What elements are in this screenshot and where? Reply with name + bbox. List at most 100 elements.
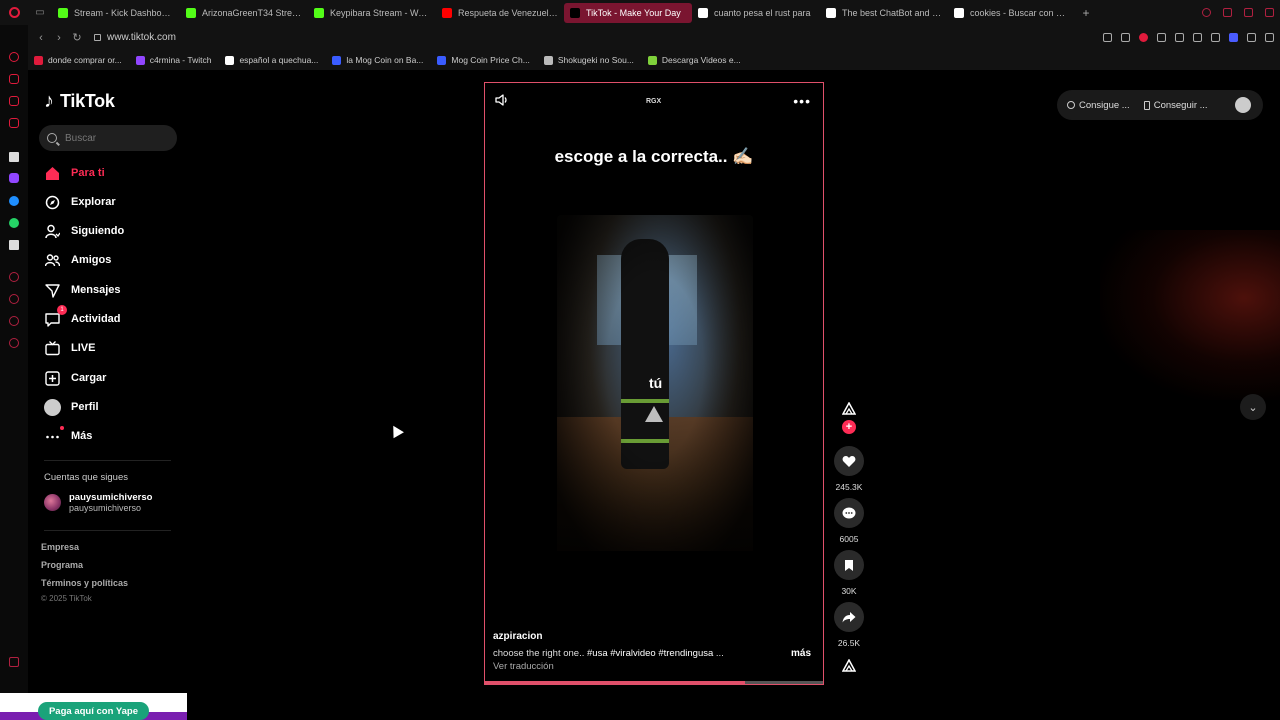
easy-setup-icon[interactable] [1265, 33, 1274, 42]
search-box[interactable] [39, 125, 177, 151]
whatsapp-icon[interactable] [9, 218, 19, 228]
settings-icon[interactable] [9, 338, 19, 348]
nav-mensajes[interactable]: Mensajes [44, 279, 121, 301]
yape-pay-button[interactable]: Paga aquí con Yape [38, 702, 149, 720]
nav-amigos[interactable]: Amigos [44, 249, 111, 271]
browser-tab[interactable]: cookies - Buscar con Goo [948, 3, 1076, 23]
browser-tab[interactable]: Keypibara Stream - Wato [308, 3, 436, 23]
opera-logo[interactable] [0, 0, 28, 25]
bookmark-item[interactable]: la Mog Coin on Ba... [332, 55, 423, 65]
creator-avatar[interactable] [841, 401, 857, 416]
get-coins-button[interactable]: Consigue ... [1067, 100, 1130, 111]
get-app-button[interactable]: Conseguir ... [1143, 100, 1208, 111]
maximize-icon[interactable] [1244, 8, 1253, 17]
extensions-icon[interactable] [1211, 33, 1220, 42]
browser-tab[interactable]: Respueta de Venezuela a [436, 3, 564, 23]
browser-tab[interactable]: Stream - Kick Dashboard [52, 3, 180, 23]
browser-tab[interactable]: cuanto pesa el rust para [692, 3, 820, 23]
browser-tab[interactable]: The best ChatBot and Wo [820, 3, 948, 23]
footer-link-programa[interactable]: Programa [41, 560, 83, 570]
home-icon [44, 165, 61, 182]
friends-icon [44, 252, 61, 269]
bookmark-favicon-icon [647, 55, 657, 65]
url-field[interactable]: www.tiktok.com [94, 32, 176, 43]
bookmark-label: Shokugeki no Sou... [557, 55, 634, 65]
user-avatar[interactable] [1235, 97, 1251, 113]
nav-siguiendo[interactable]: Siguiendo [44, 220, 124, 242]
browser-tab[interactable]: TikTok - Make Your Day [564, 2, 692, 23]
translate-icon[interactable] [1157, 33, 1166, 42]
minimize-icon[interactable] [1223, 8, 1232, 17]
x-icon[interactable] [9, 240, 19, 250]
comment-button[interactable] [834, 498, 864, 528]
description-more-link[interactable]: más [791, 648, 811, 659]
media-icon[interactable] [9, 96, 19, 106]
nav-mas[interactable]: Más [44, 425, 92, 447]
nav-cargar[interactable]: Cargar [44, 367, 106, 389]
pin-icon[interactable] [1103, 33, 1112, 42]
aria-icon[interactable] [9, 52, 19, 62]
video-options-icon[interactable]: ••• [793, 93, 811, 109]
follow-plus-button[interactable]: + [842, 420, 856, 434]
bookmark-item[interactable]: Descarga Videos e... [647, 55, 741, 65]
tiktok-logo[interactable]: ♪ TikTok [44, 90, 115, 113]
messenger-icon[interactable] [9, 196, 19, 206]
like-button[interactable] [834, 446, 864, 476]
reload-icon[interactable]: ↻ [68, 31, 86, 44]
footer-link-empresa[interactable]: Empresa [41, 542, 79, 552]
sidebar-player-icon[interactable] [9, 272, 19, 282]
tiktok-sidebar-icon[interactable] [9, 152, 19, 162]
hashtag[interactable]: #viralvideo [610, 648, 655, 659]
save-button[interactable] [834, 550, 864, 580]
pocket-icon[interactable] [1139, 33, 1148, 42]
followed-account[interactable]: pauysumichiverso pauysumichiverso [44, 492, 152, 513]
snapshot-icon[interactable] [1121, 33, 1130, 42]
search-input[interactable] [65, 132, 165, 144]
volume-icon[interactable] [495, 93, 509, 107]
bookmark-item[interactable]: español a quechua... [225, 55, 318, 65]
nav-perfil[interactable]: Perfil [44, 396, 99, 418]
see-translation-link[interactable]: Ver traducción [493, 661, 554, 672]
nav-explorar[interactable]: Explorar [44, 191, 116, 213]
hashtag[interactable]: #trendingusa [658, 648, 713, 659]
bookmark-item[interactable]: c4rmina - Twitch [135, 55, 211, 65]
hashtag[interactable]: #usa [587, 648, 608, 659]
nav-para-ti[interactable]: Para ti [44, 162, 105, 184]
bookmark-label: español a quechua... [239, 55, 319, 65]
pinboard-icon[interactable] [9, 118, 19, 128]
gx-icon[interactable] [9, 657, 19, 667]
tab-title: cookies - Buscar con Goo [970, 7, 1070, 18]
extension-blue-icon[interactable] [1229, 33, 1238, 42]
new-tab-button[interactable]: + [1076, 6, 1096, 20]
back-icon[interactable]: ‹ [32, 32, 50, 44]
background-next-video [1100, 230, 1280, 400]
extensions-sidebar-icon[interactable] [9, 316, 19, 326]
play-icon[interactable] [1175, 33, 1184, 42]
video-author[interactable]: azpiracion [493, 631, 542, 642]
history-icon[interactable] [9, 294, 19, 304]
search-tabs-icon[interactable] [1202, 8, 1211, 17]
nav-label: Perfil [71, 401, 99, 413]
bookmark-item[interactable]: donde comprar or... [34, 55, 122, 65]
workspace-icon[interactable] [9, 74, 19, 84]
bookmark-item[interactable]: Mog Coin Price Ch... [437, 55, 530, 65]
video-player[interactable]: RGX ••• escoge a la correcta.. ✍🏻 tú azp… [484, 82, 824, 685]
nav-live[interactable]: LIVE [44, 337, 95, 359]
tab-favicon-icon [954, 7, 964, 18]
twitch-icon[interactable] [9, 173, 19, 183]
footer-link-terminos[interactable]: Términos y políticas [41, 578, 128, 588]
download-icon[interactable] [1247, 33, 1256, 42]
next-video-chevron-down-icon[interactable]: ⌄ [1240, 394, 1266, 420]
music-disc-icon[interactable] [841, 658, 857, 678]
share-button[interactable] [834, 602, 864, 632]
tab-menu-icon[interactable]: ▭ [28, 0, 52, 25]
browser-tab[interactable]: ArizonaGreenT34 Stream [180, 3, 308, 23]
forward-icon[interactable]: › [50, 32, 68, 44]
close-window-icon[interactable] [1265, 8, 1274, 17]
nav-actividad[interactable]: 1 Actividad [44, 304, 121, 330]
like-count: 245.3K [835, 482, 863, 492]
video-progress-bar[interactable] [485, 681, 823, 684]
bookmark-favicon-icon [135, 55, 145, 65]
heart-icon[interactable] [1193, 33, 1202, 42]
bookmark-item[interactable]: Shokugeki no Sou... [543, 55, 634, 65]
